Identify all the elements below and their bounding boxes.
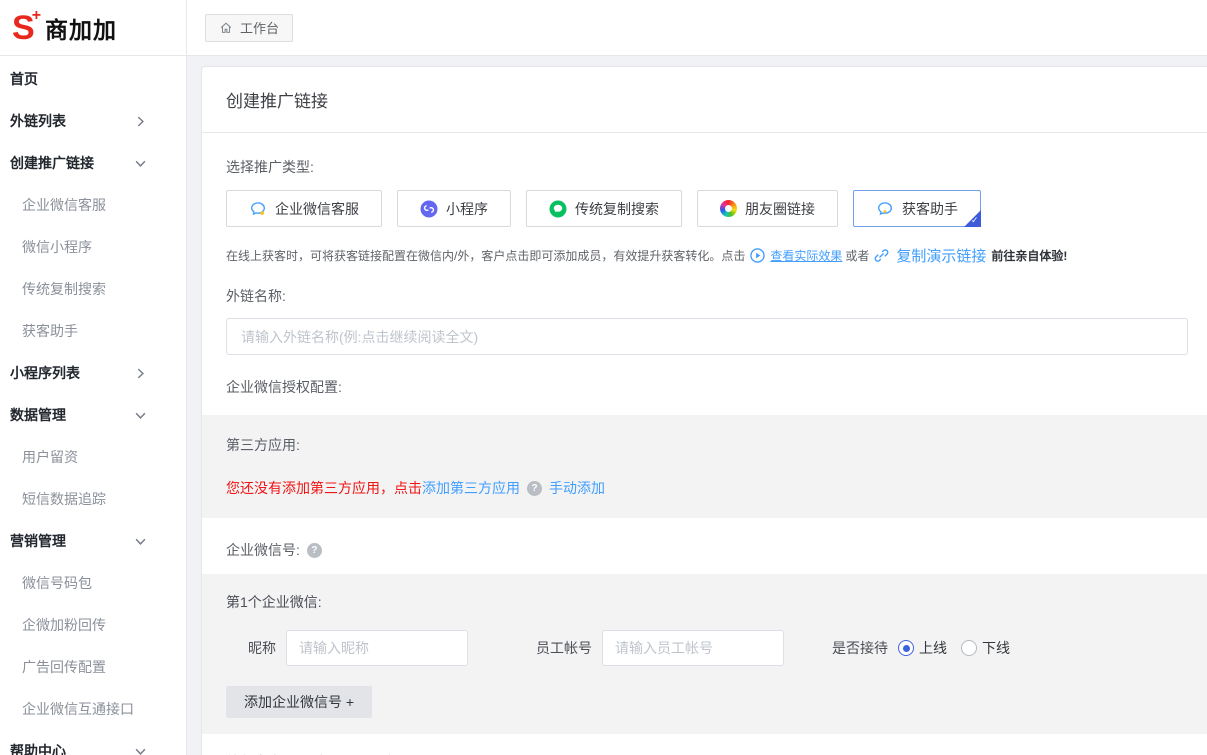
wecom-auth-config-label: 企业微信授权配置: [226, 377, 1188, 397]
serve-status-label: 是否接待 [832, 638, 888, 658]
content-area: 创建推广链接 选择推广类型: 企业微信客服 小程序 [187, 56, 1207, 755]
type-option-traditional-copy-search[interactable]: 传统复制搜索 [526, 190, 682, 227]
sidebar: S+商加加 首页 外链列表 创建推广链接 企业微信客服 微信小程序 传统复制搜索 [0, 0, 187, 755]
sidebar-item-ad-callback-config[interactable]: 广告回传配置 [0, 646, 186, 688]
sidebar-item-wecom-interop-api[interactable]: 企业微信互通接口 [0, 688, 186, 730]
brand-logo-plus: + [32, 7, 41, 25]
nickname-label: 昵称 [248, 638, 276, 658]
sidebar-item-create-promo-link[interactable]: 创建推广链接 [0, 142, 186, 184]
card-body: 选择推广类型: 企业微信客服 小程序 传统复制搜索 [202, 133, 1207, 755]
sidebar-item-traditional-copy-search[interactable]: 传统复制搜索 [0, 268, 186, 310]
third-party-warning-line: 您还没有添加第三方应用，点击 添加第三方应用 ? 手动添加 [226, 478, 1188, 498]
manual-add-link[interactable]: 手动添加 [549, 478, 605, 498]
wecom-account-section: 第1个企业微信: 昵称 员工帐号 是否接待 [202, 574, 1207, 734]
notice-or-text: 或者 [845, 247, 869, 264]
topbar: 工作台 [187, 0, 1207, 56]
promo-type-options: 企业微信客服 小程序 传统复制搜索 朋友圈链接 [226, 190, 1188, 227]
sidebar-item-sms-data-tracking[interactable]: 短信数据追踪 [0, 478, 186, 520]
chevron-down-icon [134, 409, 146, 421]
view-demo-link[interactable]: 查看实际效果 [770, 247, 842, 264]
wecom-chat-icon [249, 200, 267, 218]
page-title: 创建推广链接 [226, 87, 328, 112]
brand-logo-s: S [12, 11, 34, 45]
wecom-group-title: 第1个企业微信: [226, 592, 1188, 612]
question-circle-icon[interactable]: ? [527, 481, 542, 496]
acquisition-chat-icon [876, 200, 894, 218]
type-option-moments-link[interactable]: 朋友圈链接 [697, 190, 838, 227]
sidebar-item-data-management[interactable]: 数据管理 [0, 394, 186, 436]
radio-offline[interactable]: 下线 [961, 638, 1010, 658]
notice-line: 在线上获客时，可将获客链接配置在微信内/外，客户点击即可添加成员，有效提升获客转… [226, 245, 1188, 266]
sidebar-item-link-list[interactable]: 外链列表 [0, 100, 186, 142]
third-party-app-label: 第三方应用: [226, 435, 1188, 455]
radio-online[interactable]: 上线 [898, 638, 947, 658]
create-promo-link-card: 创建推广链接 选择推广类型: 企业微信客服 小程序 [201, 66, 1207, 755]
link-chain-icon [874, 248, 889, 263]
sidebar-item-wechat-number-pack[interactable]: 微信号码包 [0, 562, 186, 604]
copy-demo-link[interactable]: 复制演示链接 [896, 245, 986, 266]
promo-type-label: 选择推广类型: [226, 157, 1188, 177]
selected-corner-check-icon: ✓ [964, 210, 981, 227]
wecom-account-label-row: 企业微信号: ? [226, 540, 1188, 560]
link-name-input[interactable] [226, 318, 1188, 355]
brand-logo: S+商加加 [0, 0, 186, 56]
chevron-down-icon [134, 535, 146, 547]
type-option-acquisition-assistant[interactable]: 获客助手 ✓ [853, 190, 981, 227]
sidebar-item-wecom-fan-callback[interactable]: 企微加粉回传 [0, 604, 186, 646]
brand-name: 商加加 [45, 11, 117, 45]
sidebar-item-help-center[interactable]: 帮助中心 [0, 730, 186, 755]
wechat-icon [549, 200, 567, 218]
sidebar-item-wecom-customer-service[interactable]: 企业微信客服 [0, 184, 186, 226]
main-area: 工作台 创建推广链接 选择推广类型: 企业微信客服 [187, 0, 1207, 755]
moments-icon [720, 200, 737, 217]
nickname-input[interactable] [286, 630, 468, 666]
sidebar-item-acquisition-assistant[interactable]: 获客助手 [0, 310, 186, 352]
chevron-right-icon [134, 115, 146, 127]
add-third-party-app-link[interactable]: 添加第三方应用 [422, 478, 520, 498]
type-option-wecom-customer-service[interactable]: 企业微信客服 [226, 190, 382, 227]
add-wecom-account-button[interactable]: 添加企业微信号 + [226, 686, 372, 718]
miniprogram-icon [420, 200, 438, 218]
sidebar-item-home[interactable]: 首页 [0, 58, 186, 100]
type-option-miniprogram[interactable]: 小程序 [397, 190, 511, 227]
sidebar-item-miniprogram-list[interactable]: 小程序列表 [0, 352, 186, 394]
wecom-account-label: 企业微信号: [226, 540, 300, 560]
play-circle-icon [750, 248, 765, 263]
chevron-right-icon [134, 367, 146, 379]
home-icon [219, 21, 233, 35]
sidebar-item-wechat-miniprogram[interactable]: 微信小程序 [0, 226, 186, 268]
notice-text: 在线上获客时，可将获客链接配置在微信内/外，客户点击即可添加成员，有效提升获客转… [226, 247, 745, 264]
radio-selected-icon [898, 640, 914, 656]
sidebar-item-user-leads[interactable]: 用户留资 [0, 436, 186, 478]
app-window: S+商加加 首页 外链列表 创建推广链接 企业微信客服 微信小程序 传统复制搜索 [0, 0, 1207, 755]
card-header: 创建推广链接 [202, 67, 1207, 133]
warning-text: 您还没有添加第三方应用，点击 [226, 478, 422, 498]
wecom-form-row: 昵称 员工帐号 是否接待 上线 [226, 630, 1188, 666]
sidebar-nav: 首页 外链列表 创建推广链接 企业微信客服 微信小程序 传统复制搜索 获客助手 [0, 56, 186, 755]
third-party-app-section: 第三方应用: 您还没有添加第三方应用，点击 添加第三方应用 ? 手动添加 [202, 415, 1207, 518]
notice-tail-text: 前往亲自体验! [991, 247, 1067, 264]
serve-status-radio-group: 上线 下线 [898, 638, 1010, 658]
radio-unselected-icon [961, 640, 977, 656]
workspace-tab[interactable]: 工作台 [205, 14, 293, 42]
chevron-down-icon [134, 157, 146, 169]
question-circle-icon[interactable]: ? [307, 543, 322, 558]
link-name-label: 外链名称: [226, 286, 1188, 306]
staff-account-input[interactable] [602, 630, 784, 666]
sidebar-item-marketing-management[interactable]: 营销管理 [0, 520, 186, 562]
staff-account-label: 员工帐号 [536, 638, 592, 658]
chevron-down-icon [134, 745, 146, 755]
